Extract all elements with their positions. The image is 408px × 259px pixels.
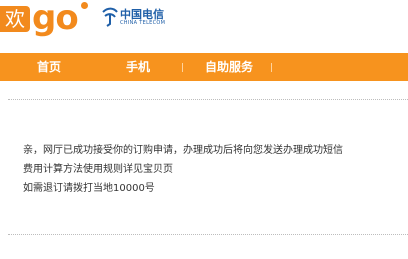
main-nav: 首页 手机 自助服务 <box>0 53 408 81</box>
message-line-2: 费用计算方法使用规则详见宝贝页 <box>23 164 173 175</box>
divider-bottom <box>8 234 408 235</box>
divider-top <box>8 99 408 100</box>
nav-separator <box>271 63 272 72</box>
china-telecom-name-en: CHINA TELECOM <box>120 20 166 26</box>
order-confirmation-message: 亲，网厅已成功接受你的订购申请，办理成功后将向您发送办理成功短信 费用计算方法使… <box>23 141 403 198</box>
nav-item-phone[interactable]: 手机 <box>126 53 150 81</box>
nav-separator <box>182 63 183 72</box>
page: 欢 go 中国电信 CHINA TELECOM 首页 手机 自助服务 亲，网厅已… <box>0 0 408 259</box>
message-line-3: 如需退订请拨打当地10000号 <box>23 183 155 194</box>
nav-item-self-service[interactable]: 自助服务 <box>205 53 253 81</box>
message-line-1: 亲，网厅已成功接受你的订购申请，办理成功后将向您发送办理成功短信 <box>23 145 343 156</box>
logo-dot-icon <box>81 2 88 9</box>
logo-go-text: go <box>32 0 79 38</box>
china-telecom-logo: 中国电信 CHINA TELECOM <box>100 6 170 32</box>
china-telecom-icon <box>102 7 118 27</box>
nav-item-home[interactable]: 首页 <box>37 53 61 81</box>
header: 欢 go 中国电信 CHINA TELECOM <box>0 0 408 48</box>
logo-char: 欢 <box>0 6 30 32</box>
